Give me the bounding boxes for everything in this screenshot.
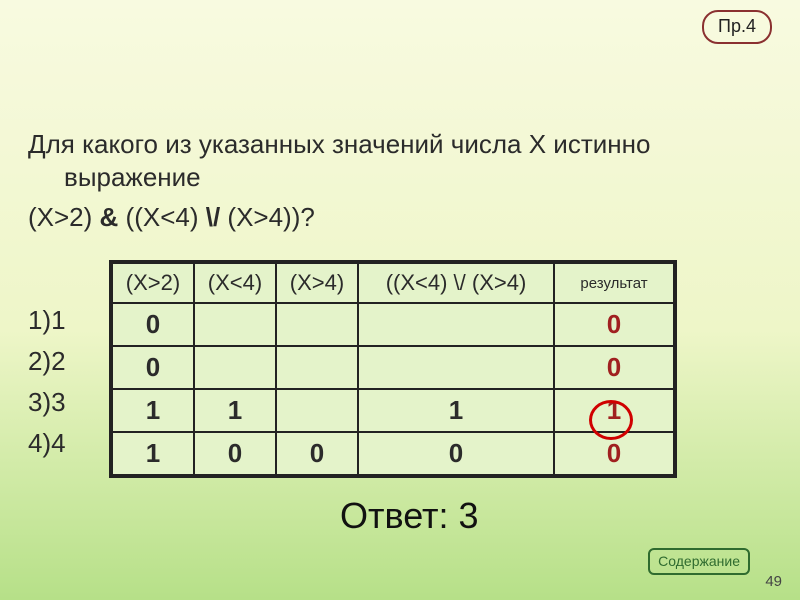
table-row: 0 0: [112, 346, 674, 389]
toc-button[interactable]: Содержание: [648, 548, 750, 575]
table-row: 0 0: [112, 303, 674, 346]
expr-part: ((X<4): [118, 202, 205, 232]
cell: 1: [112, 432, 194, 475]
table-row: 1 1 1 1: [112, 389, 674, 432]
question-block: Для какого из указанных значений числа X…: [28, 128, 768, 234]
cell: 0: [112, 303, 194, 346]
cell: [358, 303, 554, 346]
cell: [276, 389, 358, 432]
option-2: 2)2: [28, 341, 66, 382]
question-line-1: Для какого из указанных значений числа X…: [28, 128, 768, 161]
table-header-row: (X>2) (X<4) (X>4) ((X<4) \/ (X>4) резуль…: [112, 263, 674, 303]
option-4: 4)4: [28, 423, 66, 464]
answer-text: Ответ: 3: [340, 495, 479, 537]
cell: [194, 346, 276, 389]
operator-and: &: [100, 202, 119, 232]
answer-options: 1)1 2)2 3)3 4)4: [28, 300, 66, 464]
cell: 1: [194, 389, 276, 432]
expr-part: (X>4))?: [220, 202, 315, 232]
cell-result: 0: [554, 432, 674, 475]
cell: [276, 346, 358, 389]
cell: 0: [276, 432, 358, 475]
th-result: результат: [554, 263, 674, 303]
cell: 1: [358, 389, 554, 432]
th-x-lt-4: (X<4): [194, 263, 276, 303]
th-or-expr: ((X<4) \/ (X>4): [358, 263, 554, 303]
question-line-1-indent: выражение: [64, 161, 768, 194]
cell-result: 0: [554, 346, 674, 389]
cell: [194, 303, 276, 346]
operator-or: \/: [206, 202, 220, 232]
truth-table: (X>2) (X<4) (X>4) ((X<4) \/ (X>4) резуль…: [109, 260, 677, 478]
th-x-gt-2: (X>2): [112, 263, 194, 303]
question-expression: (X>2) & ((X<4) \/ (X>4))?: [28, 201, 768, 234]
cell: 0: [112, 346, 194, 389]
option-1: 1)1: [28, 300, 66, 341]
cell: 0: [194, 432, 276, 475]
expr-part: (X>2): [28, 202, 100, 232]
cell: [276, 303, 358, 346]
cell-result: 0: [554, 303, 674, 346]
cell: 0: [358, 432, 554, 475]
page-number: 49: [765, 573, 782, 590]
cell: 1: [112, 389, 194, 432]
th-x-gt-4: (X>4): [276, 263, 358, 303]
cell: [358, 346, 554, 389]
option-3: 3)3: [28, 382, 66, 423]
cell-result: 1: [554, 389, 674, 432]
exercise-badge: Пр.4: [702, 10, 772, 44]
table-row: 1 0 0 0 0: [112, 432, 674, 475]
